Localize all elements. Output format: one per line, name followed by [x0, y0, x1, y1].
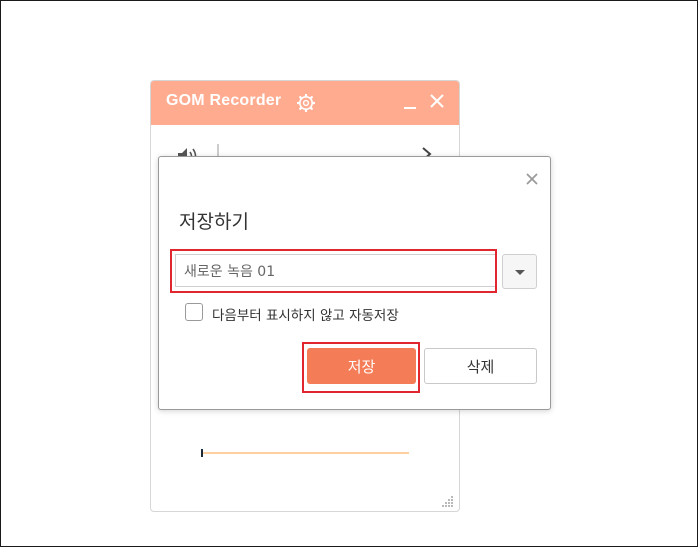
auto-save-label: 다음부터 표시하지 않고 자동저장: [212, 308, 399, 324]
dialog-title: 저장하기: [179, 211, 249, 233]
save-button[interactable]: 저장: [307, 348, 416, 384]
filename-dropdown-button[interactable]: [502, 254, 537, 289]
minimize-icon[interactable]: [404, 107, 416, 109]
gear-icon[interactable]: [297, 94, 315, 112]
app-title: GOM Recorder: [166, 92, 282, 109]
save-dialog: 저장하기 다음부터 표시하지 않고 자동저장 저장 삭제: [158, 156, 551, 410]
close-icon[interactable]: [429, 93, 445, 109]
resize-grip-icon[interactable]: [442, 495, 454, 507]
chevron-down-icon: [515, 270, 525, 275]
recorder-titlebar[interactable]: GOM Recorder: [151, 81, 459, 125]
close-icon[interactable]: [525, 172, 539, 186]
audio-level-bar: [203, 452, 409, 454]
auto-save-checkbox[interactable]: [185, 303, 203, 321]
filename-input[interactable]: [175, 254, 497, 287]
delete-button[interactable]: 삭제: [424, 348, 537, 384]
audio-level-marker: [201, 449, 203, 457]
